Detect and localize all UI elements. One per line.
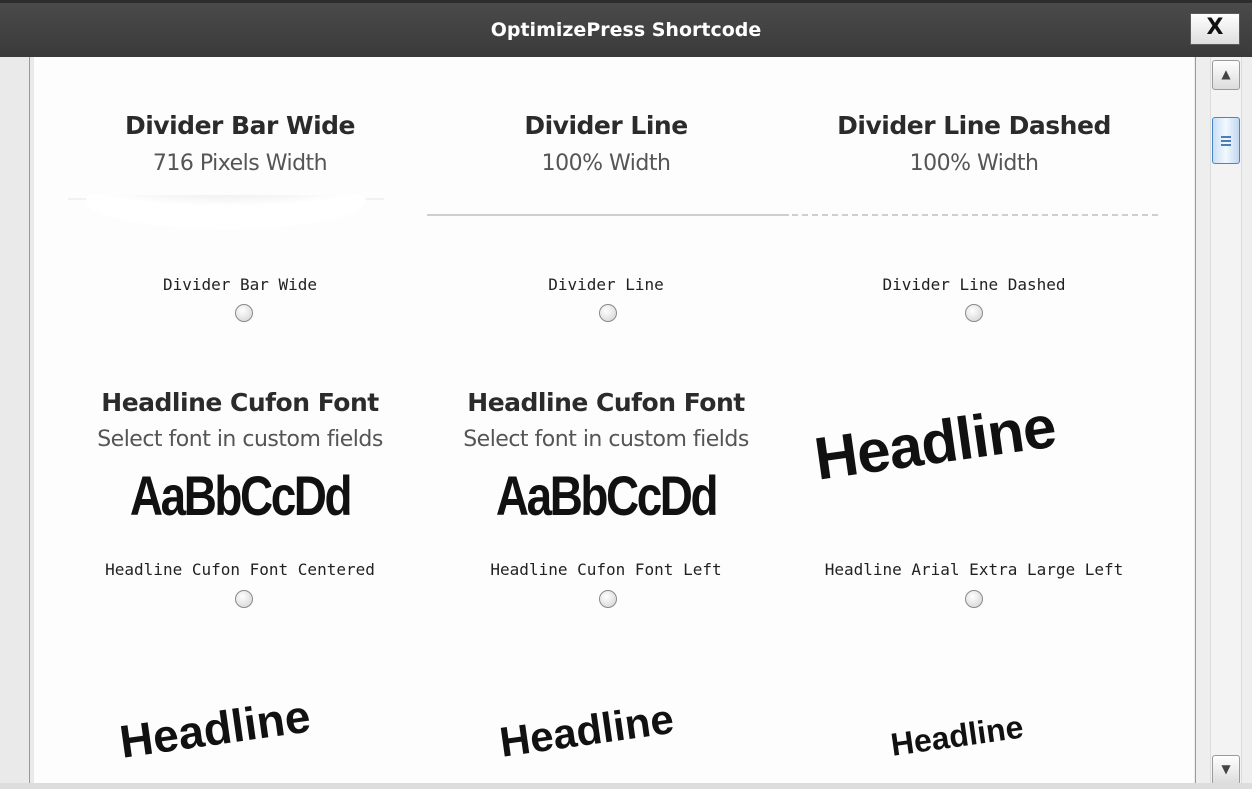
divider-line-dashed-preview <box>792 214 1158 216</box>
radio-divider-line[interactable] <box>599 304 617 322</box>
grip-icon <box>1221 140 1231 142</box>
headline-preview: Headline <box>810 392 1060 493</box>
option-subtitle: 716 Pixels Width <box>152 151 328 176</box>
arrow-up-icon: ▲ <box>1221 67 1231 81</box>
font-sample: AaBbCcDd <box>495 464 719 527</box>
option-label: Divider Bar Wide <box>162 275 318 294</box>
option-headline-cufon-centered: Headline Cufon Font Select font in custo… <box>58 377 422 627</box>
option-subtitle: 100% Width <box>909 151 1039 176</box>
option-subtitle: 100% Width <box>541 151 671 176</box>
option-divider-bar-wide: Divider Bar Wide 716 Pixels Width Divide… <box>58 57 422 337</box>
shortcode-options-panel: Divider Bar Wide 716 Pixels Width Divide… <box>34 57 1194 789</box>
radio-headline-arial-xl-left[interactable] <box>965 590 983 608</box>
close-icon: X <box>1206 15 1224 40</box>
radio-headline-cufon-centered[interactable] <box>235 590 253 608</box>
scroll-down-button[interactable]: ▼ <box>1212 755 1240 785</box>
grip-icon <box>1221 136 1231 138</box>
radio-divider-bar-wide[interactable] <box>235 304 253 322</box>
divider-bar-wide-preview <box>68 195 384 229</box>
option-label: Divider Line Dashed <box>882 275 1066 294</box>
dialog-title: OptimizePress Shortcode <box>490 19 762 41</box>
grip-icon <box>1221 144 1231 146</box>
option-title: Divider Bar Wide <box>124 111 356 140</box>
arrow-down-icon: ▼ <box>1221 762 1231 776</box>
option-title: Headline Cufon Font <box>101 388 379 417</box>
close-button[interactable]: X <box>1190 13 1240 45</box>
option-subtitle: Select font in custom fields <box>97 427 383 452</box>
option-headline-arial-xl-left: Headline Headline Arial Extra Large Left <box>790 377 1158 627</box>
radio-divider-line-dashed[interactable] <box>965 304 983 322</box>
dialog-title-bar: OptimizePress Shortcode X <box>0 0 1252 57</box>
divider-line-preview <box>427 214 789 216</box>
bottom-border <box>0 783 1252 789</box>
scrollbar-thumb[interactable] <box>1212 117 1240 164</box>
left-border <box>29 57 30 789</box>
option-title: Divider Line <box>524 111 688 140</box>
option-label: Headline Cufon Font Centered <box>105 560 375 579</box>
headline-preview: Headline <box>116 689 314 768</box>
option-subtitle: Select font in custom fields <box>463 427 749 452</box>
headline-preview: Headline <box>496 694 677 766</box>
option-headline-cufon-left: Headline Cufon Font Select font in custo… <box>424 377 788 627</box>
headline-preview: Headline <box>888 708 1026 763</box>
radio-headline-cufon-left[interactable] <box>599 590 617 608</box>
option-label: Headline Arial Extra Large Left <box>824 560 1124 579</box>
option-label: Divider Line <box>548 275 664 294</box>
font-sample: AaBbCcDd <box>129 464 353 527</box>
option-label: Headline Cufon Font Left <box>490 560 722 579</box>
scroll-up-button[interactable]: ▲ <box>1212 60 1240 90</box>
vertical-scrollbar[interactable] <box>1210 57 1242 785</box>
option-title: Divider Line Dashed <box>837 111 1111 140</box>
option-divider-line: Divider Line 100% Width Divider Line <box>424 57 789 337</box>
right-border <box>1195 57 1196 789</box>
option-title: Headline Cufon Font <box>467 388 745 417</box>
option-divider-line-dashed: Divider Line Dashed 100% Width Divider L… <box>790 57 1158 337</box>
